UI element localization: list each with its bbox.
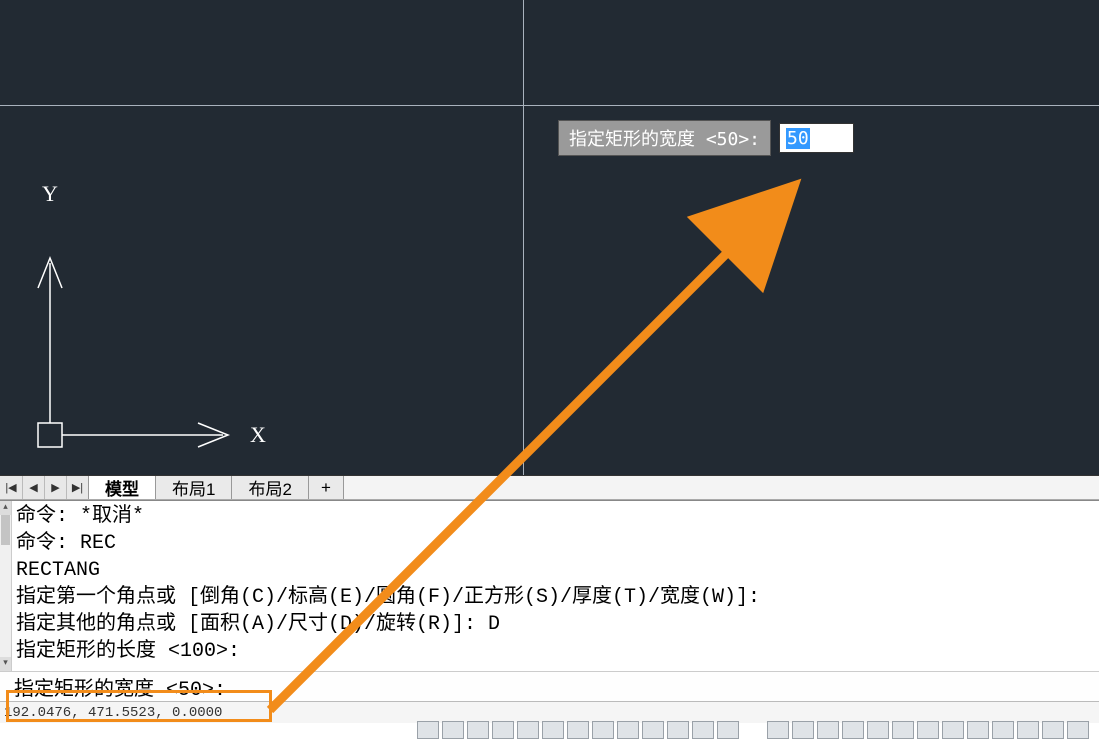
- status-toggle-icon[interactable]: [442, 721, 464, 739]
- command-input[interactable]: [226, 675, 1095, 698]
- scroll-down-icon[interactable]: ▾: [0, 657, 11, 671]
- cmd-line: 指定其他的角点或 [面积(A)/尺寸(D)/旋转(R)]: D: [16, 611, 760, 638]
- tab-model[interactable]: 模型: [89, 476, 156, 499]
- scroll-thumb[interactable]: [1, 515, 10, 545]
- app-root: Y X 指定矩形的宽度 <50>: 50 |◀ ◀ ▶ ▶| 模型 布局1 布局…: [0, 0, 1099, 742]
- command-input-line[interactable]: 指定矩形的宽度 <50>:: [0, 671, 1099, 701]
- command-scrollbar[interactable]: ▴ ▾: [0, 501, 12, 671]
- cmd-line: 命令: *取消*: [16, 503, 760, 530]
- status-toggle-icon[interactable]: [942, 721, 964, 739]
- tab-nav-last[interactable]: ▶|: [66, 476, 88, 499]
- command-prompt: 指定矩形的宽度 <50>:: [14, 672, 226, 702]
- status-toggle-icon[interactable]: [642, 721, 664, 739]
- status-coords: 192.0476, 471.5523, 0.0000: [4, 705, 222, 721]
- tab-add[interactable]: +: [309, 476, 344, 499]
- status-toggle-icon[interactable]: [717, 721, 739, 739]
- ucs-x-label: X: [250, 422, 266, 448]
- ucs-y-label: Y: [42, 181, 58, 207]
- tab-add-label: +: [321, 478, 331, 498]
- crosshair-horizontal: [0, 105, 1099, 106]
- cmd-line: 指定第一个角点或 [倒角(C)/标高(E)/圆角(F)/正方形(S)/厚度(T)…: [16, 584, 760, 611]
- status-toggle-icon[interactable]: [992, 721, 1014, 739]
- layout-tabs: 模型 布局1 布局2 +: [89, 476, 344, 499]
- layout-tabbar: |◀ ◀ ▶ ▶| 模型 布局1 布局2 +: [0, 475, 1099, 500]
- status-toggle-icon[interactable]: [867, 721, 889, 739]
- tab-nav-first[interactable]: |◀: [0, 476, 22, 499]
- tab-nav-buttons: |◀ ◀ ▶ ▶|: [0, 476, 89, 499]
- status-bar: 192.0476, 471.5523, 0.0000: [0, 701, 1099, 723]
- cmd-line: 命令: REC: [16, 530, 760, 557]
- status-toggle-icon[interactable]: [842, 721, 864, 739]
- command-history-panel: ▴ ▾ 命令: *取消* 命令: REC RECTANG 指定第一个角点或 [倒…: [0, 500, 1099, 671]
- status-toggle-icon[interactable]: [467, 721, 489, 739]
- tab-label: 模型: [105, 475, 139, 500]
- status-toggle-icon[interactable]: [917, 721, 939, 739]
- status-toggle-icon[interactable]: [1042, 721, 1064, 739]
- dynamic-input-value: 50: [786, 128, 810, 149]
- status-toggle-icon[interactable]: [817, 721, 839, 739]
- status-toggle-icon[interactable]: [967, 721, 989, 739]
- scroll-track[interactable]: [0, 515, 11, 657]
- status-toggle-icon[interactable]: [617, 721, 639, 739]
- scroll-up-icon[interactable]: ▴: [0, 501, 11, 515]
- status-toggle-icon[interactable]: [692, 721, 714, 739]
- status-icons-right: [767, 721, 1089, 739]
- command-history-lines: 命令: *取消* 命令: REC RECTANG 指定第一个角点或 [倒角(C)…: [12, 501, 764, 671]
- status-icons-left: [417, 721, 739, 739]
- status-toggle-icon[interactable]: [1017, 721, 1039, 739]
- tab-nav-next[interactable]: ▶: [44, 476, 66, 499]
- drawing-viewport[interactable]: Y X 指定矩形的宽度 <50>: 50: [0, 0, 1099, 475]
- ucs-icon: Y X: [38, 193, 268, 453]
- status-toggle-icon[interactable]: [492, 721, 514, 739]
- status-toggle-icon[interactable]: [542, 721, 564, 739]
- status-toggle-icon[interactable]: [1067, 721, 1089, 739]
- status-toggle-icon[interactable]: [517, 721, 539, 739]
- cmd-line: RECTANG: [16, 557, 760, 584]
- status-toggle-icon[interactable]: [767, 721, 789, 739]
- status-toggle-icon[interactable]: [892, 721, 914, 739]
- status-toggle-icon[interactable]: [792, 721, 814, 739]
- dynamic-input-group: 指定矩形的宽度 <50>: 50: [558, 120, 854, 156]
- tab-layout1[interactable]: 布局1: [156, 476, 232, 499]
- status-toggle-icon[interactable]: [417, 721, 439, 739]
- tab-layout2[interactable]: 布局2: [232, 476, 308, 499]
- dynamic-input-field[interactable]: 50: [779, 123, 854, 153]
- status-toggle-icon[interactable]: [667, 721, 689, 739]
- status-toggle-icon[interactable]: [592, 721, 614, 739]
- cmd-line: 指定矩形的长度 <100>:: [16, 638, 760, 665]
- tab-label: 布局1: [172, 475, 215, 500]
- tab-label: 布局2: [248, 475, 291, 500]
- tab-nav-prev[interactable]: ◀: [22, 476, 44, 499]
- status-toggle-icon[interactable]: [567, 721, 589, 739]
- crosshair-vertical: [523, 0, 524, 475]
- dynamic-input-prompt: 指定矩形的宽度 <50>:: [558, 120, 771, 156]
